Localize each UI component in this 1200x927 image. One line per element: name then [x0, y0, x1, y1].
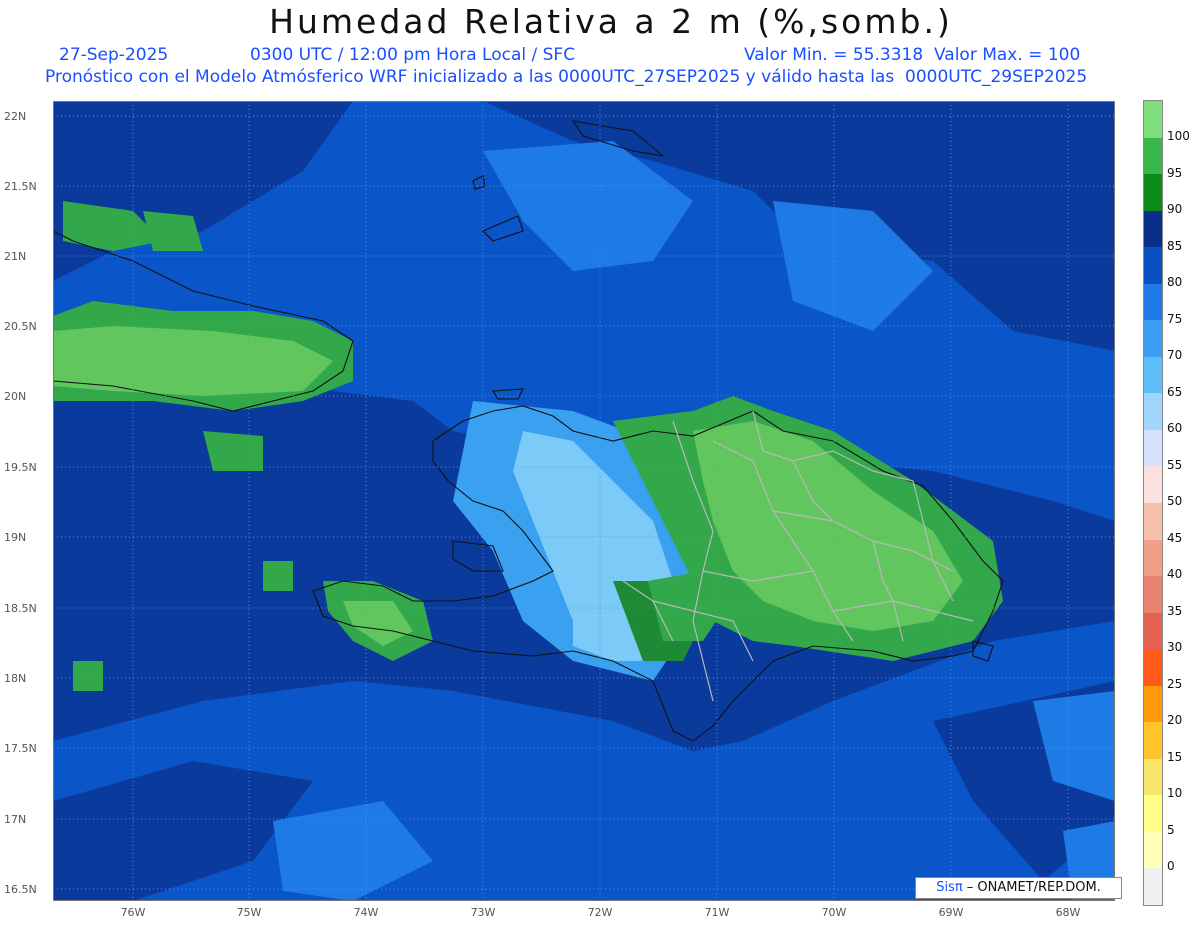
scale-swatch	[1144, 685, 1162, 723]
lon-label: 71W	[704, 906, 730, 919]
lat-label: 16.5N	[4, 883, 37, 896]
scale-label: 15	[1167, 750, 1183, 764]
scale-label: 20	[1167, 713, 1183, 727]
contour-region	[73, 661, 103, 691]
credit-box: Sisπ – ONAMET/REP.DOM.	[915, 877, 1122, 899]
scale-swatch	[1144, 503, 1162, 541]
scale-swatch	[1144, 722, 1162, 760]
scale-swatch	[1144, 831, 1162, 869]
scale-label: 100	[1167, 129, 1190, 143]
scale-swatch	[1144, 210, 1162, 248]
lat-label: 20.5N	[4, 320, 37, 333]
lon-label: 69W	[938, 906, 964, 919]
scale-swatch	[1144, 758, 1162, 796]
scale-label: 5	[1167, 823, 1175, 837]
scale-label: 0	[1167, 859, 1175, 873]
lat-label: 21.5N	[4, 180, 37, 193]
scale-label: 60	[1167, 421, 1183, 435]
scale-swatch	[1144, 795, 1162, 833]
scale-swatch	[1144, 868, 1162, 906]
scale-swatch	[1144, 356, 1162, 394]
scale-swatch	[1144, 137, 1162, 175]
lat-label: 20N	[4, 390, 27, 403]
lat-label: 19N	[4, 531, 27, 544]
scale-label: 25	[1167, 677, 1183, 691]
scale-label: 55	[1167, 458, 1183, 472]
map-title: Humedad Relativa a 2 m (%,somb.)	[269, 2, 953, 41]
lon-label: 70W	[821, 906, 847, 919]
lon-label: 74W	[353, 906, 379, 919]
lon-label: 75W	[236, 906, 262, 919]
scale-swatch	[1144, 576, 1162, 614]
scale-swatch	[1144, 283, 1162, 321]
lon-label: 73W	[470, 906, 496, 919]
forecast-info: Pronóstico con el Modelo Atmósferico WRF…	[45, 67, 1088, 87]
humidity-map	[53, 101, 1115, 901]
scale-swatch	[1144, 247, 1162, 285]
contour-region	[263, 561, 293, 591]
scale-label: 65	[1167, 385, 1183, 399]
lat-label: 22N	[4, 110, 27, 123]
scale-label: 90	[1167, 202, 1183, 216]
lat-label: 17.5N	[4, 742, 37, 755]
scale-swatch	[1144, 466, 1162, 504]
scale-label: 40	[1167, 567, 1183, 581]
brand-name: Sisπ	[936, 880, 963, 895]
lat-label: 17N	[4, 813, 27, 826]
scale-label: 35	[1167, 604, 1183, 618]
value-range: Valor Min. = 55.3318 Valor Max. = 100	[744, 45, 1081, 65]
scale-swatch	[1144, 174, 1162, 212]
scale-label: 45	[1167, 531, 1183, 545]
scale-swatch	[1144, 649, 1162, 687]
credit-text: – ONAMET/REP.DOM.	[962, 880, 1101, 895]
forecast-time: 0300 UTC / 12:00 pm Hora Local / SFC	[250, 45, 576, 65]
scale-label: 85	[1167, 239, 1183, 253]
lat-label: 18N	[4, 672, 27, 685]
contour-region	[203, 431, 263, 471]
scale-label: 10	[1167, 786, 1183, 800]
scale-label: 75	[1167, 312, 1183, 326]
scale-swatch	[1144, 393, 1162, 431]
scale-label: 50	[1167, 494, 1183, 508]
scale-label: 70	[1167, 348, 1183, 362]
lon-label: 68W	[1055, 906, 1081, 919]
scale-swatch	[1144, 612, 1162, 650]
lat-label: 19.5N	[4, 461, 37, 474]
lat-label: 18.5N	[4, 602, 37, 615]
scale-label: 30	[1167, 640, 1183, 654]
lon-label: 76W	[120, 906, 146, 919]
scale-swatch	[1144, 429, 1162, 467]
scale-swatch	[1144, 320, 1162, 358]
scale-label: 80	[1167, 275, 1183, 289]
lon-label: 72W	[587, 906, 613, 919]
lat-label: 21N	[4, 250, 27, 263]
color-scale-bar	[1143, 100, 1163, 906]
scale-label: 95	[1167, 166, 1183, 180]
scale-swatch	[1144, 539, 1162, 577]
scale-swatch	[1144, 101, 1162, 139]
forecast-date: 27-Sep-2025	[59, 45, 169, 65]
